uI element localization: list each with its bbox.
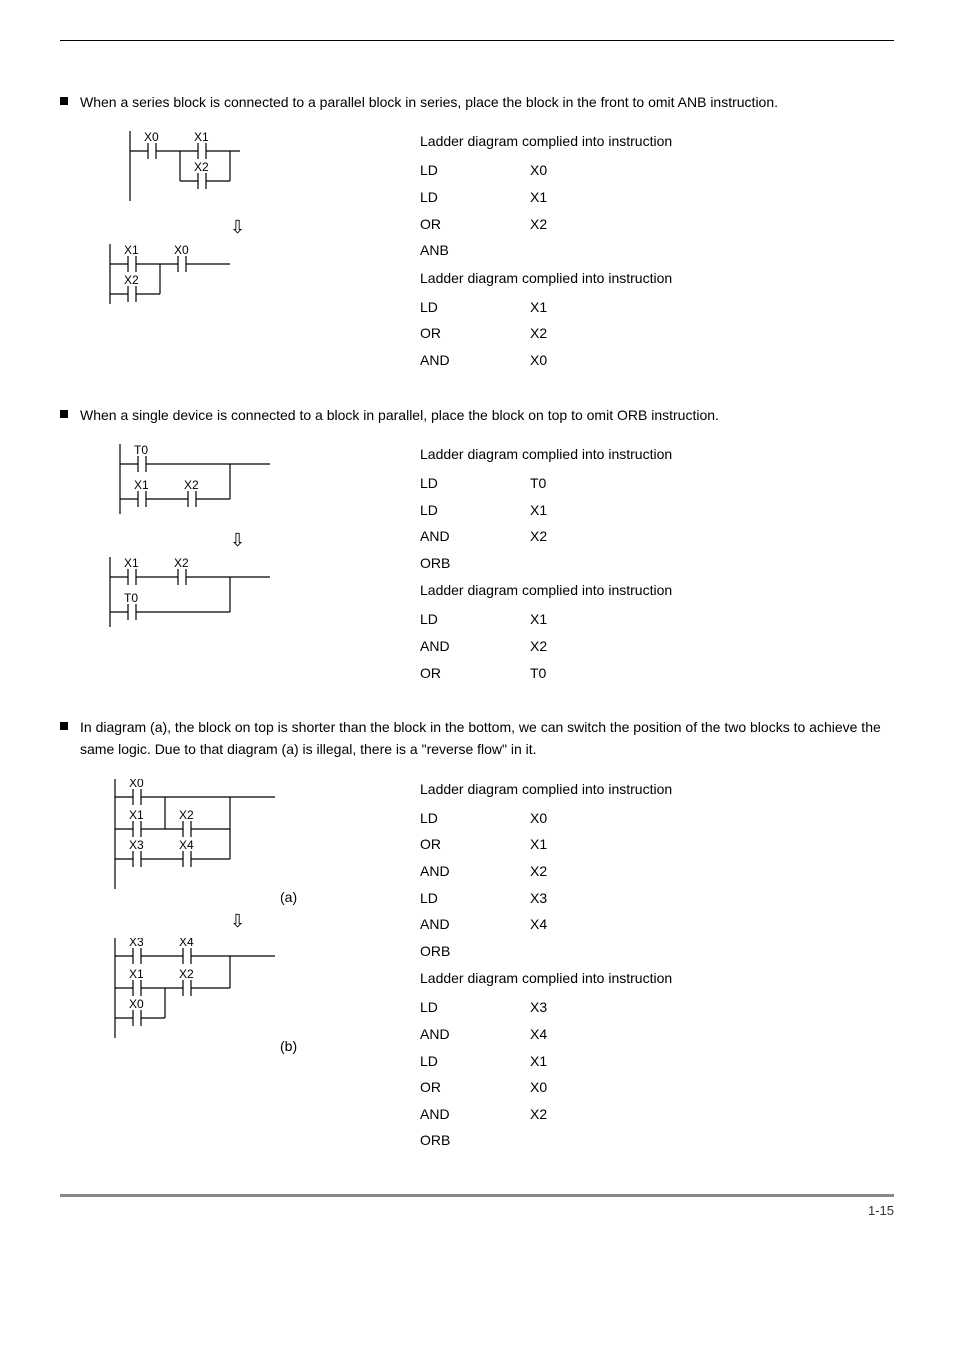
- instruction-heading: Ladder diagram complied into instruction: [420, 446, 894, 462]
- down-arrow-icon: ⇩: [100, 905, 420, 938]
- bullet-2: When a single device is connected to a b…: [60, 404, 894, 426]
- bullet-text: When a series block is connected to a pa…: [80, 91, 894, 113]
- ladder-diagram-1b: X1 X2 X0: [100, 244, 280, 314]
- bullet-1: When a series block is connected to a pa…: [60, 91, 894, 113]
- svg-text:X4: X4: [179, 938, 194, 949]
- svg-text:X3: X3: [129, 838, 144, 852]
- svg-text:X2: X2: [124, 273, 139, 287]
- bullet-square-icon: [60, 97, 68, 105]
- svg-text:X1: X1: [194, 131, 209, 144]
- svg-text:X1: X1: [124, 557, 139, 570]
- instruction-heading: Ladder diagram complied into instruction: [420, 270, 894, 286]
- svg-text:T0: T0: [134, 444, 148, 457]
- diagram-label-a: (a): [100, 889, 420, 905]
- page-number: 1-15: [60, 1194, 894, 1218]
- bullet-text: When a single device is connected to a b…: [80, 404, 894, 426]
- svg-text:X2: X2: [184, 478, 199, 492]
- bullet-3: In diagram (a), the block on top is shor…: [60, 716, 894, 761]
- svg-text:X0: X0: [129, 997, 144, 1011]
- svg-text:X3: X3: [129, 938, 144, 949]
- instruction-heading: Ladder diagram complied into instruction: [420, 970, 894, 986]
- svg-text:X0: X0: [144, 131, 159, 144]
- ladder-diagram-2b: X1 X2 T0: [100, 557, 300, 637]
- down-arrow-icon: ⇩: [100, 524, 420, 557]
- svg-text:X4: X4: [179, 838, 194, 852]
- bullet-text: In diagram (a), the block on top is shor…: [80, 716, 894, 761]
- svg-text:X1: X1: [124, 244, 139, 257]
- svg-text:T0: T0: [124, 591, 138, 605]
- down-arrow-icon: ⇩: [100, 211, 420, 244]
- svg-text:X2: X2: [179, 967, 194, 981]
- svg-text:X0: X0: [174, 244, 189, 257]
- svg-text:X2: X2: [194, 160, 209, 174]
- bullet-square-icon: [60, 410, 68, 418]
- svg-text:X2: X2: [179, 808, 194, 822]
- ladder-diagram-2a: T0 X1 X2: [100, 444, 300, 524]
- instruction-heading: Ladder diagram complied into instruction: [420, 133, 894, 149]
- svg-text:X0: X0: [129, 779, 144, 790]
- svg-text:X1: X1: [134, 478, 149, 492]
- svg-text:X2: X2: [174, 557, 189, 570]
- ladder-diagram-1a: X0 X1 X2: [100, 131, 280, 211]
- ladder-diagram-3b: X3 X4 X1 X2 X0: [100, 938, 320, 1048]
- svg-text:X1: X1: [129, 808, 144, 822]
- ladder-diagram-3a: X0 X1 X2 X3 X4: [100, 779, 320, 899]
- bullet-square-icon: [60, 722, 68, 730]
- instruction-heading: Ladder diagram complied into instruction: [420, 781, 894, 797]
- instruction-heading: Ladder diagram complied into instruction: [420, 582, 894, 598]
- diagram-label-b: (b): [100, 1038, 420, 1054]
- svg-text:X1: X1: [129, 967, 144, 981]
